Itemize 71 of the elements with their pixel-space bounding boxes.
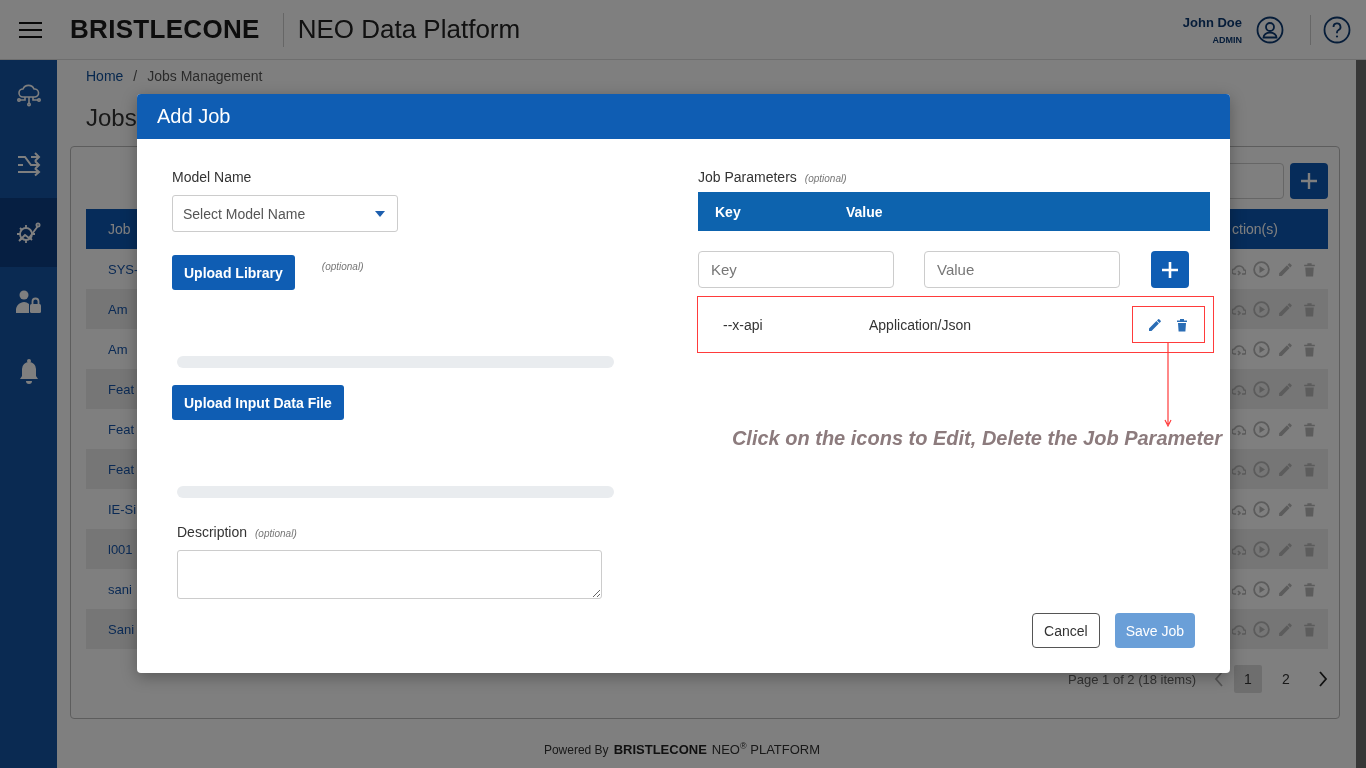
page-title: Jobs [86, 104, 137, 132]
sidebar-item[interactable] [0, 198, 57, 267]
play-icon[interactable] [1253, 580, 1270, 598]
edit-icon[interactable] [1147, 316, 1163, 333]
menu-icon[interactable] [19, 21, 42, 38]
play-icon[interactable] [1253, 340, 1270, 358]
caret-icon [375, 210, 385, 217]
table-cell-text: Am [107, 341, 129, 357]
column-header: ction(s) [1232, 221, 1279, 237]
play-icon[interactable] [1253, 460, 1270, 478]
breadcrumb-current: Jobs Management [147, 68, 263, 84]
column-header: Key [714, 203, 742, 220]
add-parameter-button[interactable] [1151, 251, 1189, 288]
brand-logo: BRISTLECONE [70, 14, 260, 45]
play-icon[interactable] [1253, 380, 1270, 398]
table-cell-text: sani [107, 581, 133, 597]
chevron-right-icon[interactable] [1318, 671, 1328, 687]
annotation-text: Click on the icons to Edit, Delete the Job Parameter [731, 427, 1222, 450]
parameter-value: Application/Json [869, 316, 972, 333]
page-button[interactable]: 2 [1272, 665, 1300, 693]
optional-note: (optional) [804, 173, 847, 184]
description-field[interactable] [177, 550, 602, 599]
breadcrumb-link[interactable]: Home [86, 68, 124, 84]
play-icon[interactable] [1253, 540, 1270, 558]
scrollbar[interactable] [1356, 60, 1366, 768]
field-label: Job Parameters [698, 169, 797, 185]
play-icon[interactable] [1253, 300, 1270, 318]
powered-by-text: Powered By [543, 743, 609, 758]
optional-note: (optional) [321, 261, 364, 272]
user-lock-icon [14, 288, 43, 315]
plus-icon [1161, 260, 1179, 279]
upload-library-button[interactable]: Upload Library [172, 255, 295, 290]
table-cell-text: Feat [107, 421, 135, 437]
model-select[interactable]: Select Model Name [172, 195, 398, 232]
column-header: Value [846, 203, 883, 220]
table-cell-text: Feat [107, 461, 135, 477]
parameter-key: --x-api [698, 316, 869, 333]
play-icon[interactable] [1253, 500, 1270, 518]
play-icon[interactable] [1253, 620, 1270, 638]
page-button[interactable]: 1 [1234, 665, 1262, 693]
table-cell-text: SYS- [107, 261, 140, 277]
table-cell-text: Am [107, 301, 129, 317]
plus-icon [1300, 172, 1318, 190]
optional-note: (optional) [255, 528, 297, 539]
key-field[interactable]: Key [698, 251, 894, 288]
field-label: Description [177, 524, 248, 540]
user-avatar-icon[interactable] [1256, 15, 1284, 44]
breadcrumb-separator: / [133, 68, 138, 84]
page-summary: Page 1 of 2 (18 items) [1068, 671, 1196, 687]
play-icon[interactable] [1253, 260, 1270, 278]
add-job-button[interactable] [1290, 163, 1328, 199]
table-cell-text: Feat [107, 381, 135, 397]
chevron-left-icon[interactable] [1214, 671, 1224, 687]
shuffle-arrows-icon [15, 150, 42, 177]
delete-icon[interactable] [1174, 316, 1190, 333]
app-title: NEO Data Platform [297, 14, 521, 45]
table-cell-text: IE-Si [107, 501, 138, 517]
table-cell-text: l001 [107, 541, 134, 557]
footer-brand: BRISTLECONE [613, 742, 707, 758]
upload-input-button[interactable]: Upload Input Data File [172, 385, 344, 420]
user-role: ADMIN [1212, 34, 1242, 45]
field-label: Model Name [172, 169, 252, 185]
column-header: Job [107, 221, 132, 237]
dialog-title: Add Job [137, 94, 1230, 139]
user-name: John Doe [1182, 14, 1242, 30]
table-cell-text: Sani [107, 621, 136, 637]
cancel-button[interactable]: Cancel [1032, 613, 1100, 648]
value-field[interactable]: Value [924, 251, 1120, 288]
footer-product: NEO$^{®}$ PLATFORM [711, 741, 821, 758]
play-icon[interactable] [1253, 420, 1270, 438]
help-icon[interactable] [1323, 15, 1351, 44]
